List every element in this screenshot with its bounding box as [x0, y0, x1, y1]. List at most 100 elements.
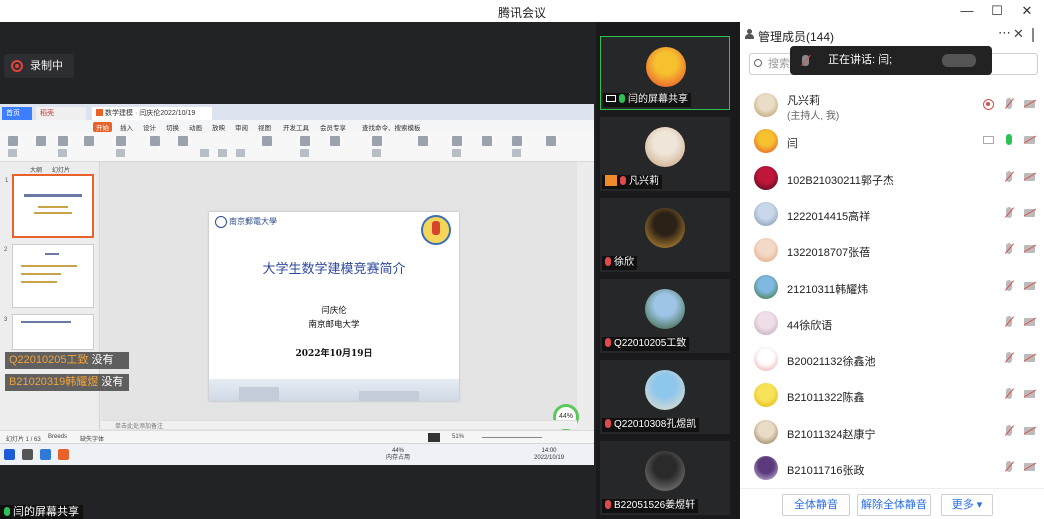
camera-off-icon[interactable]: [1024, 317, 1035, 326]
member-row[interactable]: B21011322陈鑫: [740, 378, 1044, 414]
camera-off-icon[interactable]: [1024, 208, 1035, 217]
camera-off-icon[interactable]: [1024, 136, 1035, 145]
tray-time: 14:00: [541, 448, 557, 454]
mic-icon: [4, 507, 10, 516]
tray-date: 2022/10/19: [534, 455, 565, 461]
video-tile[interactable]: Q22010308孔煜凯: [600, 360, 730, 434]
close-button[interactable]: ✕: [1012, 0, 1042, 22]
ribbon-icon: [372, 136, 382, 146]
video-column: 闫的屏幕共享凡兴莉徐欣 Q22010205工致 Q22010308孔煜凯 B22051…: [596, 22, 740, 519]
camera-off-icon[interactable]: [1024, 172, 1035, 181]
title-bar: 腾讯会议 — ☐ ✕: [0, 0, 1044, 22]
ribbon-icon: [116, 136, 126, 146]
mic-icon[interactable]: [1006, 134, 1012, 146]
video-tile-label: 闫的屏幕共享: [603, 93, 691, 107]
ribbon-icon: [58, 136, 68, 146]
mic-muted-icon[interactable]: [1006, 352, 1012, 364]
ribbon-icon: [512, 136, 522, 146]
minimize-button[interactable]: —: [952, 0, 982, 22]
more-button[interactable]: 更多 ▾: [941, 494, 993, 516]
participant-name: B22051526姜煜轩: [614, 500, 696, 511]
ppt-icon: [96, 109, 103, 116]
mic-muted-icon[interactable]: [1006, 170, 1012, 182]
participant-avatar: [645, 127, 685, 167]
contest-logo-icon: [421, 215, 451, 245]
member-row[interactable]: 44徐欣语: [740, 306, 1044, 342]
camera-off-icon[interactable]: [1024, 100, 1035, 108]
ribbon-icon: [452, 149, 461, 157]
member-row[interactable]: B21011716张政: [740, 451, 1044, 487]
member-row[interactable]: 1222014415高祥: [740, 197, 1044, 233]
camera-off-icon[interactable]: [1024, 426, 1035, 435]
record-icon: [11, 60, 23, 72]
wps-search: 查找命令、搜索模板: [362, 125, 421, 132]
member-row[interactable]: 1322018707张蓓: [740, 233, 1044, 269]
slide-author: 闫庆伦: [321, 306, 347, 316]
video-tile[interactable]: B22051526姜煜轩: [600, 441, 730, 515]
member-row[interactable]: 凡兴莉 (主持人, 我): [740, 88, 1044, 124]
slide-thumbnail: 2: [4, 244, 94, 308]
video-tile[interactable]: Q22010205工致: [600, 279, 730, 353]
mic-muted-icon[interactable]: [1006, 279, 1012, 291]
ribbon-icon: [372, 149, 381, 157]
member-name: 102B21030211郭子杰: [787, 174, 894, 187]
video-tile-label: Q22010205工致: [602, 337, 690, 351]
maximize-button[interactable]: ☐: [982, 0, 1012, 22]
camera-off-icon[interactable]: [1024, 245, 1035, 254]
member-avatar: [754, 201, 778, 226]
recording-indicator[interactable]: 录制中: [4, 54, 74, 78]
wps-icon: [58, 449, 69, 460]
screen-share-label: 闫的屏幕共享: [0, 505, 83, 519]
member-avatar: [754, 238, 778, 263]
camera-off-icon[interactable]: [1024, 463, 1035, 471]
wps-status-bar: 幻灯片 1 / 63 Breeds 缺失字体 51%: [0, 430, 594, 443]
slide-org: 南京邮电大学: [308, 320, 360, 330]
tab-docer: 稻壳: [36, 107, 86, 120]
mic-muted-icon[interactable]: [1006, 206, 1012, 218]
member-row[interactable]: B21011324赵康宁: [740, 415, 1044, 451]
wps-menu-bar: 开始 插入 设计 切换 动画 放映 审阅 视图 开发工具 会员专享 查找命令、搜…: [0, 120, 594, 133]
mic-muted-icon[interactable]: [1006, 388, 1012, 400]
ribbon-icon: [482, 136, 492, 146]
ribbon-icon: [546, 136, 556, 146]
unmute-all-button[interactable]: 解除全体静音: [857, 494, 931, 516]
member-name: B21011324赵康宁: [787, 428, 876, 441]
video-tile[interactable]: 闫的屏幕共享: [600, 36, 730, 110]
mic-muted-icon: [605, 338, 611, 347]
participant-name: 徐欣: [614, 257, 634, 268]
slide-date: 2022年10月19日: [295, 349, 373, 359]
mic-muted-icon[interactable]: [1006, 424, 1012, 436]
mic-muted-icon[interactable]: [1006, 461, 1012, 472]
member-row[interactable]: B20021132徐鑫池: [740, 342, 1044, 378]
camera-off-icon[interactable]: [1024, 390, 1035, 399]
camera-off-icon[interactable]: [1024, 354, 1035, 363]
video-tile[interactable]: 凡兴莉: [600, 117, 730, 191]
slide-thumbnail: 1: [5, 174, 94, 238]
member-avatar: [754, 165, 778, 190]
member-panel-header: 管理成员(144) ⋯ ✕: [740, 22, 1044, 46]
menu-transition: 切换: [166, 125, 179, 132]
member-row[interactable]: 21210311韩耀炜: [740, 270, 1044, 306]
mic-muted-icon[interactable]: [1006, 243, 1012, 255]
member-row[interactable]: 闫: [740, 124, 1044, 160]
camera-off-icon[interactable]: [1024, 281, 1035, 290]
tray-cpu-label: 内存占用: [386, 455, 411, 461]
mute-all-button[interactable]: 全体静音: [782, 494, 850, 516]
mic-muted-icon[interactable]: [1006, 98, 1012, 109]
tab-document: 数学建模 · 闫庆伦2022/10/19: [92, 107, 212, 120]
member-avatar: [754, 383, 778, 408]
ribbon-icon: [300, 136, 310, 146]
mic-muted-icon[interactable]: [1006, 315, 1012, 327]
member-avatar: [754, 310, 778, 335]
seal-icon: [215, 216, 227, 228]
thumb-line: [21, 265, 77, 267]
panel-resize-handle[interactable]: [1032, 28, 1038, 42]
member-row[interactable]: 102B21030211郭子杰: [740, 161, 1044, 197]
start-icon: [4, 449, 15, 460]
video-tile[interactable]: 徐欣: [600, 198, 730, 272]
ribbon-icon: [36, 136, 46, 146]
close-panel-icon[interactable]: ✕: [1013, 26, 1024, 42]
participant-avatar: [645, 208, 685, 248]
more-options-icon[interactable]: ⋯: [998, 25, 1011, 41]
ribbon-icon: [150, 136, 160, 146]
